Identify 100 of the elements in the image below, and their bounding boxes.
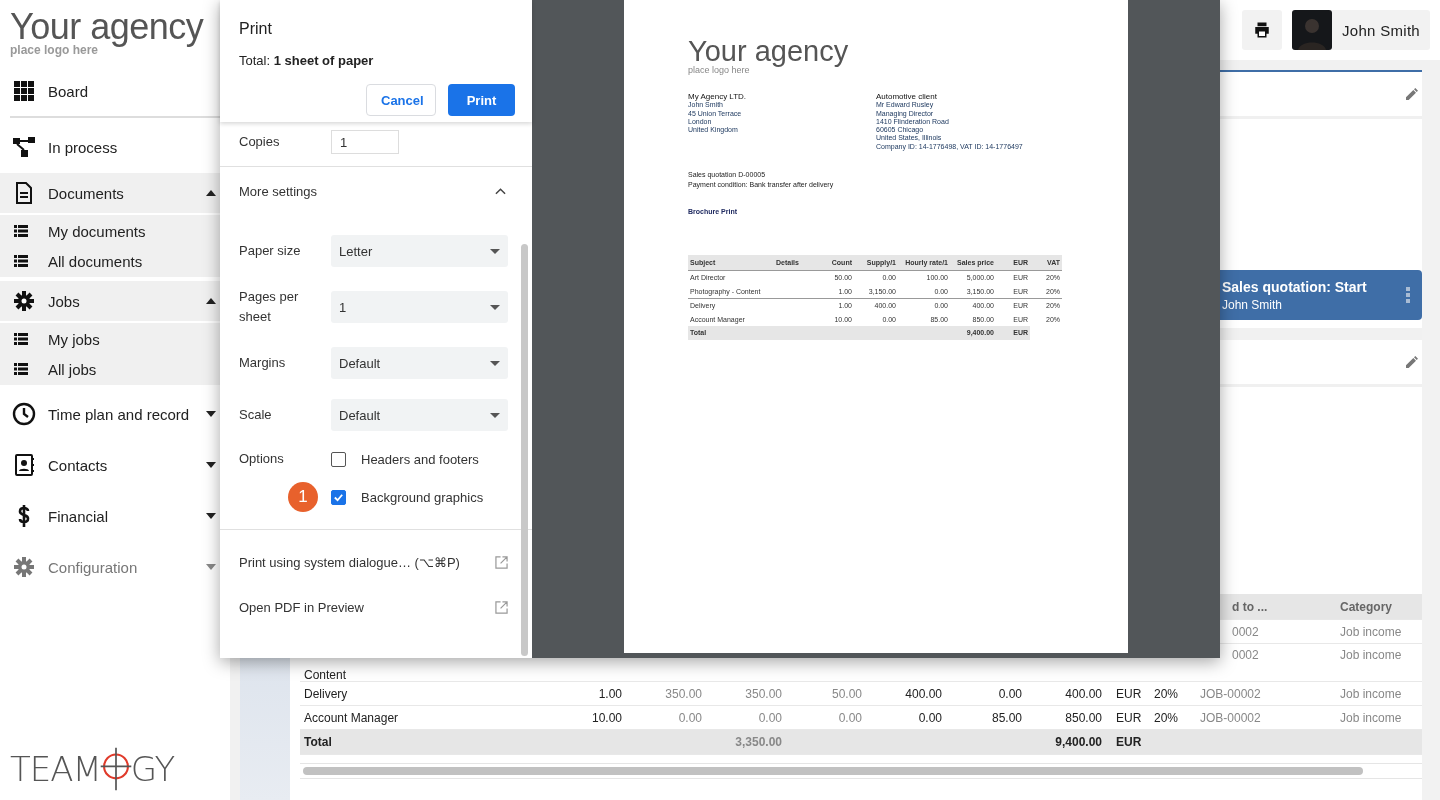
nav-item[interactable]: Financial <box>0 494 230 538</box>
company-logo-text: TEAM <box>10 749 101 789</box>
list-icon <box>14 333 28 345</box>
nav-subitem[interactable]: All documents <box>0 246 230 276</box>
caret-up-icon <box>206 190 216 196</box>
caret-down-icon <box>206 462 216 468</box>
table-cell: Delivery <box>304 686 348 701</box>
table-cell: 0.00 <box>758 710 782 725</box>
checkbox[interactable] <box>331 451 346 467</box>
table-cell: 85.00 <box>991 710 1022 725</box>
select-field[interactable]: 1 <box>331 291 508 323</box>
select-field[interactable]: Letter <box>331 235 508 267</box>
menu-link[interactable]: Print using system dialogue… (⌥⌘P) <box>239 540 508 585</box>
table-cell: 400.00 <box>1065 686 1102 701</box>
caret-down-icon <box>206 513 216 519</box>
table-cell: 3,350.00 <box>735 735 782 749</box>
nav-item[interactable]: In process <box>0 125 230 169</box>
table-cell: JOB-00002 <box>1200 710 1261 725</box>
card-title: Sales quotation: Start <box>1222 278 1367 295</box>
task-card[interactable]: Sales quotation: Start John Smith <box>1220 270 1422 320</box>
more-settings-toggle[interactable]: More settings <box>239 167 508 215</box>
pencil-icon[interactable] <box>1404 86 1420 102</box>
setting-label: Copies <box>239 133 281 151</box>
table-cell: JOB-00002 <box>1200 686 1261 701</box>
print-button[interactable] <box>1241 10 1282 50</box>
scrollbar[interactable] <box>521 244 528 656</box>
menu-link[interactable]: Open PDF in Preview <box>239 585 508 630</box>
table-cell: Content <box>304 668 347 682</box>
setting-label: Options <box>239 451 284 467</box>
table-cell: Job income <box>1340 710 1402 725</box>
table-cell: 0.00 <box>918 710 942 725</box>
avatar <box>1291 10 1332 50</box>
copies-field[interactable]: 1 <box>331 130 399 154</box>
table-cell: 20% <box>1154 710 1179 725</box>
nav-item[interactable]: Time plan and record <box>0 392 230 436</box>
table-cell: 350.00 <box>745 686 782 701</box>
checkbox-label: Background graphics <box>361 489 484 505</box>
table-cell: 850.00 <box>1065 710 1102 725</box>
setting-label: Pages per sheet <box>239 288 300 326</box>
more-icon[interactable] <box>1406 287 1410 303</box>
table-cell: 50.00 <box>831 686 862 701</box>
nav-subitem[interactable]: All jobs <box>0 354 230 384</box>
table-cell: 1.00 <box>598 686 622 701</box>
setting-label: Margins <box>239 354 287 372</box>
flow-icon <box>12 135 36 159</box>
gear-icon <box>12 555 36 579</box>
external-link-icon <box>495 601 508 614</box>
scrollbar[interactable] <box>300 763 1422 779</box>
setting-label: Paper size <box>239 242 302 260</box>
select-field[interactable]: Default <box>331 399 508 431</box>
card-subtitle: John Smith <box>1222 297 1284 312</box>
table-cell: Account Manager <box>304 710 399 725</box>
table-cell: Job income <box>1340 686 1402 701</box>
table-cell: EUR <box>1116 735 1142 749</box>
table-cell: EUR <box>1116 686 1142 701</box>
table-cell: 10.00 <box>591 710 622 725</box>
table-cell: 0002 <box>1232 648 1259 662</box>
table-cell: Total <box>304 735 332 749</box>
crosshair-icon <box>98 746 133 792</box>
logo-tagline: place logo here <box>10 44 99 57</box>
user-chip[interactable]: John Smith <box>1291 10 1430 50</box>
contact-card-icon <box>12 453 36 477</box>
table-cell: 400.00 <box>905 686 942 701</box>
sheet-total: Total: 1 sheet of paper <box>239 53 374 68</box>
address-line: My Agency LTD. <box>688 93 747 102</box>
table-cell: 0.00 <box>678 710 702 725</box>
logo-tagline: place logo here <box>688 65 750 75</box>
checkbox[interactable] <box>331 489 346 505</box>
caret-down-icon <box>490 412 500 418</box>
table-cell: 20% <box>1154 686 1179 701</box>
external-link-icon <box>495 556 508 569</box>
table-cell: 0002 <box>1232 624 1259 639</box>
caret-down-icon <box>490 248 500 254</box>
caret-down-icon <box>490 304 500 310</box>
dialog-title: Print <box>239 20 272 38</box>
caret-down-icon <box>206 564 216 570</box>
table-cell: Job income <box>1340 624 1402 639</box>
column-header: Category <box>1340 599 1392 614</box>
list-icon <box>14 225 28 237</box>
cancel-button[interactable]: Cancel <box>366 84 436 116</box>
nav-subitem[interactable]: My jobs <box>0 324 230 354</box>
column-header: d to ... <box>1232 599 1268 614</box>
table-cell: 9,400.00 <box>1055 735 1102 749</box>
grid-icon <box>12 79 36 103</box>
list-icon <box>14 255 28 267</box>
caret-down-icon <box>206 411 216 417</box>
nav-subitem[interactable]: My documents <box>0 216 230 246</box>
table-cell: 0.00 <box>998 686 1022 701</box>
print-button[interactable]: Print <box>448 84 515 116</box>
pencil-icon[interactable] <box>1404 354 1420 370</box>
nav-item[interactable]: Contacts <box>0 443 230 487</box>
caret-up-icon <box>206 298 216 304</box>
address-line: Automotive client <box>876 93 937 102</box>
step-badge: 1 <box>288 482 318 512</box>
clock-icon <box>12 402 36 426</box>
caret-down-icon <box>490 360 500 366</box>
select-field[interactable]: Default <box>331 347 508 379</box>
table-cell: 350.00 <box>665 686 702 701</box>
setting-label: Scale <box>239 406 273 424</box>
printer-icon <box>1252 21 1271 39</box>
